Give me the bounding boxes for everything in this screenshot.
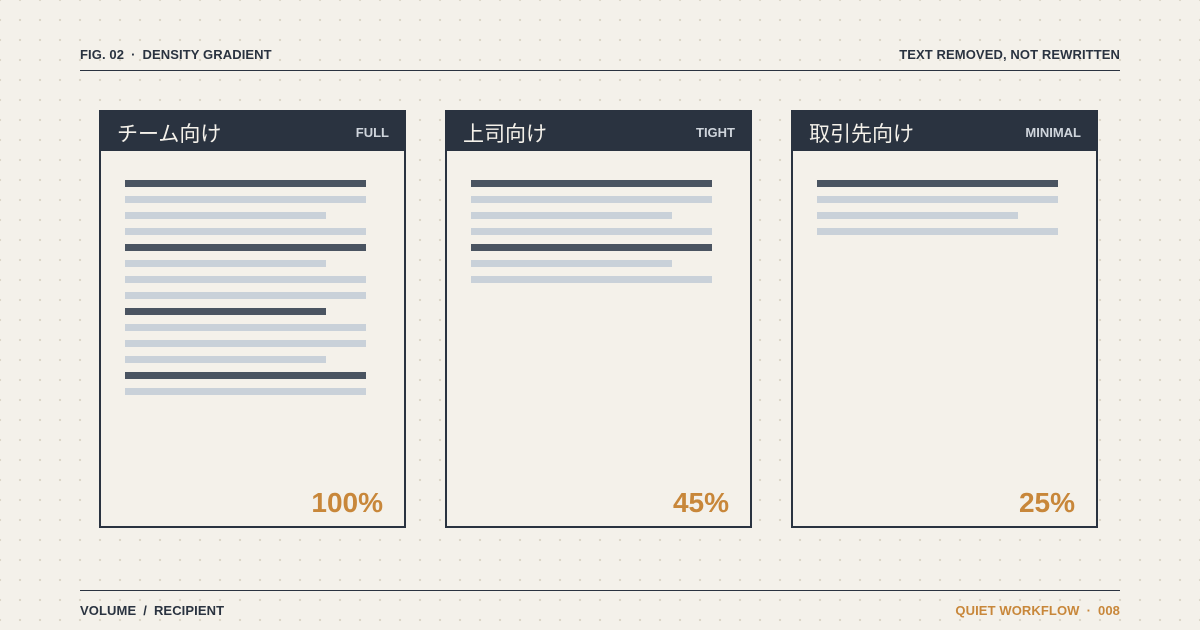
card-tag: FULL — [355, 125, 389, 140]
card-boss: 上司向け TIGHT 45% — [445, 110, 752, 528]
footer-brand: QUIET WORKFLOW · 008 — [955, 603, 1120, 618]
text-line-dark — [125, 372, 366, 379]
card-header: チーム向け FULL — [101, 112, 404, 151]
text-line-dark — [471, 180, 712, 187]
footer-label: VOLUME / RECIPIENT — [80, 603, 224, 618]
text-line-light — [125, 292, 366, 299]
header-note: TEXT REMOVED, NOT REWRITTEN — [899, 47, 1120, 62]
text-line-light — [125, 260, 326, 267]
footer-slash: / — [143, 603, 147, 618]
text-line-dark — [125, 308, 326, 315]
figure-label: FIG. 02 · DENSITY GRADIENT — [80, 47, 272, 62]
footer-volume: VOLUME — [80, 603, 137, 618]
text-line-light — [125, 324, 366, 331]
footer-recipient: RECIPIENT — [153, 603, 225, 618]
text-line-light — [125, 356, 326, 363]
text-line-light — [125, 388, 366, 395]
footer-bar: VOLUME / RECIPIENT QUIET WORKFLOW · 008 — [80, 590, 1120, 621]
text-line-light — [817, 196, 1058, 203]
figure-title: DENSITY GRADIENT — [142, 47, 272, 62]
text-line-light — [471, 196, 712, 203]
text-line-light — [817, 228, 1058, 235]
card-tag: MINIMAL — [1025, 125, 1081, 140]
text-line-light — [471, 228, 712, 235]
card-title: 上司向け — [463, 123, 547, 146]
brand-name: QUIET WORKFLOW — [955, 603, 1080, 618]
card-team: チーム向け FULL 100% — [99, 110, 406, 528]
density-percent: 25% — [1018, 487, 1075, 518]
separator-dot: · — [131, 47, 136, 62]
text-line-light — [471, 260, 672, 267]
text-line-light — [125, 276, 366, 283]
figure-number: FIG. 02 — [80, 47, 125, 62]
text-line-light — [471, 276, 712, 283]
text-line-light — [125, 196, 366, 203]
header-bar: FIG. 02 · DENSITY GRADIENT TEXT REMOVED, N… — [80, 47, 1120, 71]
card-title: 取引先向け — [809, 123, 914, 146]
text-line-light — [125, 340, 366, 347]
page-number: 008 — [1098, 603, 1120, 618]
density-percent: 100% — [311, 487, 383, 518]
text-line-dark — [125, 180, 366, 187]
card-title: チーム向け — [117, 123, 222, 146]
text-line-light — [125, 228, 366, 235]
card-header: 上司向け TIGHT — [447, 112, 750, 151]
card-client: 取引先向け MINIMAL 25% — [791, 110, 1098, 528]
card-tag: TIGHT — [696, 125, 735, 140]
text-line-dark — [471, 244, 712, 251]
text-line-light — [817, 212, 1018, 219]
separator-dot: · — [1086, 603, 1091, 618]
card-header: 取引先向け MINIMAL — [793, 112, 1096, 151]
text-line-light — [125, 212, 326, 219]
text-line-dark — [817, 180, 1058, 187]
density-percent: 45% — [672, 487, 729, 518]
text-line-dark — [125, 244, 366, 251]
text-line-light — [471, 212, 672, 219]
